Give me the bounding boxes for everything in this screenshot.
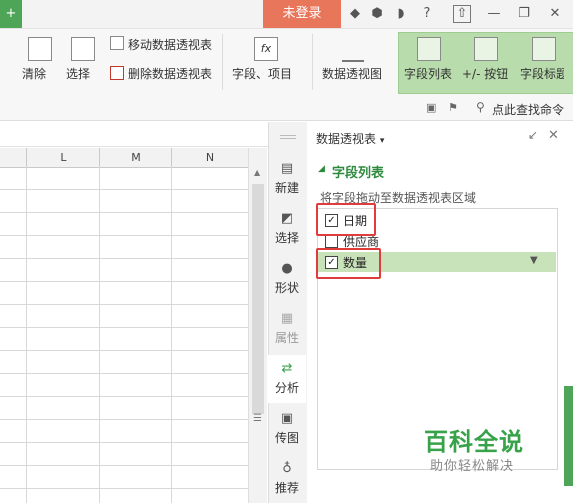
flag-icon[interactable]: ⚑ xyxy=(448,101,458,114)
search-icon: ⚲ xyxy=(476,100,485,114)
grid-row-line xyxy=(0,419,248,420)
field-header-button[interactable]: 字段标题 xyxy=(520,65,564,82)
recommend-icon: ♁ xyxy=(282,461,292,476)
ribbon-separator xyxy=(222,34,223,90)
scroll-up-icon[interactable]: ▲ xyxy=(254,168,260,177)
pivot-chart-icon xyxy=(342,36,364,62)
side-expand-tab[interactable] xyxy=(564,386,573,486)
select-button[interactable]: 选择 xyxy=(66,65,90,82)
side-tool-label: 传图 xyxy=(274,431,299,445)
column-header-l[interactable]: L xyxy=(26,148,100,167)
properties-icon: ▦ xyxy=(280,311,294,326)
watermark-subtitle: 助你轻松解决 xyxy=(430,459,515,474)
side-tool-label: 形状 xyxy=(274,281,299,295)
plusminus-icon xyxy=(474,37,498,61)
side-tool-label: 分析 xyxy=(274,381,299,395)
column-header-m[interactable]: M xyxy=(99,148,172,167)
field-item-button[interactable]: 字段、项目 xyxy=(232,65,292,82)
side-tool-label: 属性 xyxy=(274,331,299,345)
close-button[interactable]: ✕ xyxy=(546,5,564,23)
side-tool-label: 选择 xyxy=(274,231,299,245)
image-upload-icon: ▣ xyxy=(280,411,294,426)
formula-bar[interactable] xyxy=(0,122,268,147)
clear-icon xyxy=(28,37,52,61)
grid-column-line xyxy=(99,167,100,503)
share-icon[interactable]: ◗ xyxy=(392,5,410,23)
skin-icon[interactable]: ◆ xyxy=(346,5,364,23)
watermark-title: 百科全说 xyxy=(424,428,524,456)
highlight-box-date xyxy=(316,203,376,236)
side-tool-label: 新建 xyxy=(274,181,299,195)
move-pivot-icon xyxy=(110,36,124,50)
collapse-ribbon-icon[interactable]: ⇧ xyxy=(453,5,471,23)
restore-button[interactable]: ❐ xyxy=(515,5,533,23)
select-cursor-icon: ◩ xyxy=(280,211,294,226)
shape-icon: ● xyxy=(281,261,293,276)
clear-button[interactable]: 清除 xyxy=(22,65,46,82)
grid-row-line xyxy=(0,442,248,443)
pane-title[interactable]: 数据透视表 ▾ xyxy=(316,130,384,147)
side-tool-label: 推荐 xyxy=(274,481,299,495)
vertical-scrollbar[interactable]: ▲ ☰ xyxy=(248,148,267,503)
column-header-n[interactable]: N xyxy=(171,148,248,167)
grid-row-line xyxy=(0,189,248,190)
field-formula-icon: fx xyxy=(254,37,278,61)
grid-row-line xyxy=(0,304,248,305)
field-list-icon xyxy=(417,37,441,61)
side-tool-analysis[interactable]: ⇄ 分析 xyxy=(268,355,306,403)
field-list-section-title: 字段列表 xyxy=(332,166,385,181)
grid-row-line xyxy=(0,396,248,397)
close-pane-icon[interactable]: ✕ xyxy=(548,128,559,143)
grid-row-line xyxy=(0,327,248,328)
highlight-box-quantity xyxy=(316,248,381,279)
grid-row-line xyxy=(0,281,248,282)
help-icon[interactable]: ? xyxy=(418,5,436,23)
side-tool-properties[interactable]: ▦ 属性 xyxy=(268,305,306,353)
login-button[interactable]: 未登录 xyxy=(263,0,341,28)
grid-row-line xyxy=(0,350,248,351)
grid-column-line xyxy=(171,167,172,503)
field-list-button[interactable]: 字段列表 xyxy=(404,65,452,82)
grid-row-line xyxy=(0,212,248,213)
splitter-handle-icon[interactable]: ☰ xyxy=(253,413,262,424)
command-search-label[interactable]: 点此查找命令 xyxy=(492,101,564,118)
delete-pivot-button[interactable]: 删除数据透视表 xyxy=(128,65,212,82)
side-tool-new-doc[interactable]: ▤ 新建 xyxy=(268,155,306,203)
screen-icon[interactable]: ▣ xyxy=(426,101,436,114)
minimize-button[interactable]: — xyxy=(485,5,503,23)
field-checkbox-supplier[interactable] xyxy=(325,235,338,248)
pane-title-label: 数据透视表 xyxy=(316,132,377,146)
side-tool-shape[interactable]: ● 形状 xyxy=(268,255,306,303)
new-doc-icon: ▤ xyxy=(280,161,294,176)
collapse-triangle-icon[interactable]: ◢ xyxy=(318,164,325,174)
chevron-down-icon: ▾ xyxy=(379,136,385,146)
drag-handle-icon[interactable] xyxy=(280,135,296,139)
grid-row-line xyxy=(0,373,248,374)
field-dropdown-icon[interactable]: ▼ xyxy=(530,255,538,266)
column-header-row: L M N xyxy=(0,148,248,168)
side-tool-recommend[interactable]: ♁ 推荐 xyxy=(268,455,306,503)
settings-icon[interactable]: ⬢ xyxy=(368,5,386,23)
grid-row-line xyxy=(0,235,248,236)
plusminus-button[interactable]: +/- 按钮 xyxy=(462,65,508,82)
move-pivot-button[interactable]: 移动数据透视表 xyxy=(128,36,212,53)
pivot-chart-button[interactable]: 数据透视图 xyxy=(322,65,382,82)
side-tool-image-upload[interactable]: ▣ 传图 xyxy=(268,405,306,453)
ribbon-separator xyxy=(312,34,313,90)
analysis-icon: ⇄ xyxy=(281,361,293,376)
field-header-icon xyxy=(532,37,556,61)
undock-icon[interactable]: ↙ xyxy=(528,128,538,142)
grid-column-line xyxy=(26,167,27,503)
new-tab-button[interactable]: + xyxy=(0,0,22,28)
command-search-bar xyxy=(0,95,573,121)
delete-pivot-icon xyxy=(110,66,124,80)
grid-row-line xyxy=(0,258,248,259)
grid-row-line xyxy=(0,465,248,466)
side-tool-select-cursor[interactable]: ◩ 选择 xyxy=(268,205,306,253)
select-icon xyxy=(71,37,95,61)
scroll-thumb[interactable] xyxy=(252,184,264,414)
grid-row-line xyxy=(0,488,248,489)
